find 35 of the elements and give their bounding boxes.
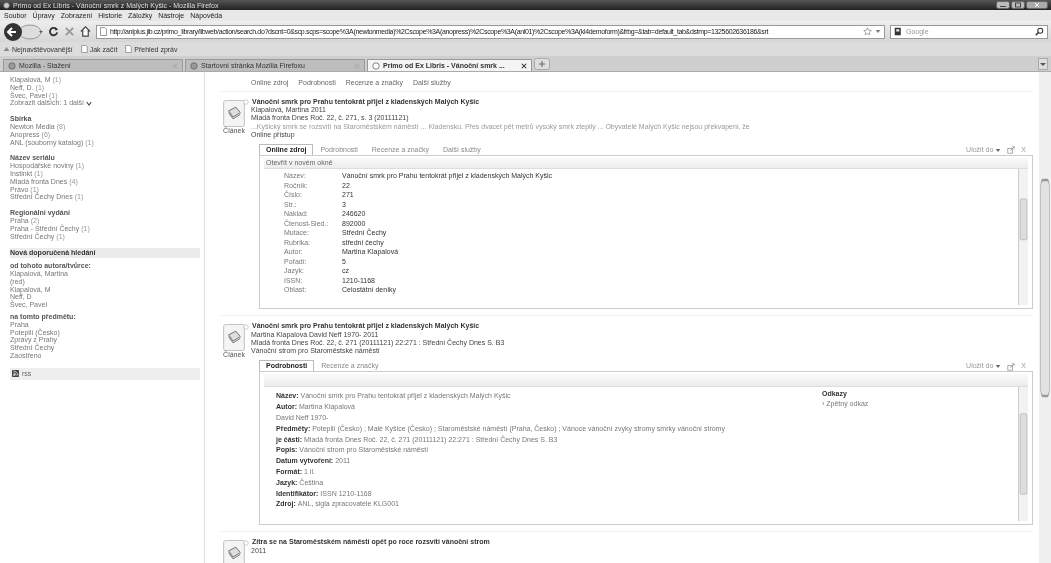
scrollbar[interactable] <box>1018 169 1028 306</box>
stop-icon[interactable] <box>64 26 75 37</box>
page-scrollbar[interactable] <box>1039 72 1051 563</box>
dropdown-caret-icon[interactable] <box>875 29 881 34</box>
popout-icon[interactable] <box>1007 362 1016 371</box>
home-icon[interactable] <box>80 26 91 37</box>
caret-icon <box>85 100 92 106</box>
search-engine-icon[interactable] <box>894 27 903 36</box>
document-type-icon <box>223 324 245 352</box>
close-icon[interactable] <box>1026 1 1048 9</box>
reload-icon[interactable] <box>48 26 59 37</box>
star-icon[interactable] <box>863 27 872 36</box>
rss-icon[interactable] <box>12 370 19 378</box>
scrollbar[interactable] <box>1018 387 1028 522</box>
maximize-icon[interactable] <box>1011 1 1025 9</box>
tab-favicon-icon <box>190 61 198 70</box>
page-icon <box>100 27 107 36</box>
caret-icon <box>995 147 1002 153</box>
search-icon[interactable] <box>1035 27 1044 36</box>
page-icon <box>80 45 88 53</box>
browser-icon <box>3 1 10 9</box>
select-checkbox[interactable] <box>243 539 249 546</box>
select-checkbox[interactable] <box>243 323 249 330</box>
tab-favicon-icon <box>372 61 380 70</box>
bookmark-folder-icon <box>3 45 10 53</box>
minimize-icon[interactable] <box>996 1 1010 9</box>
tab-favicon-icon <box>8 61 16 70</box>
page-icon <box>125 45 133 53</box>
tab-list-icon[interactable] <box>1038 57 1048 70</box>
select-checkbox[interactable] <box>243 99 249 106</box>
new-tab-icon[interactable] <box>534 57 550 70</box>
close-tab-icon[interactable] <box>521 62 527 69</box>
back-forward-drawing[interactable] <box>3 21 43 42</box>
popout-icon[interactable] <box>1007 146 1016 155</box>
document-type-icon <box>223 100 245 127</box>
